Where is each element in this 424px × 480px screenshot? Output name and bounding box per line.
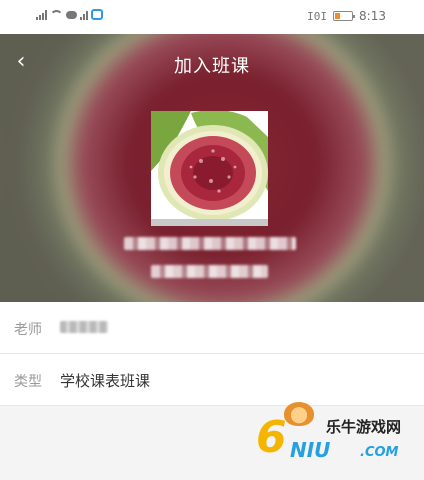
status-time: 8:13 [359, 9, 386, 23]
page-title: 加入班课 [174, 56, 250, 77]
vibrate-icon: I0I [307, 9, 328, 23]
course-code-redacted [151, 265, 268, 278]
watermark-domain: .COM [360, 445, 399, 460]
chat-icon [66, 10, 77, 19]
signal-icon [36, 9, 47, 20]
teacher-row: 老师 [0, 302, 424, 354]
type-row: 类型 学校课表班课 [0, 354, 424, 406]
watermark-cn-text: 乐牛游戏网 [326, 418, 402, 436]
fig-fruit-image [151, 111, 268, 226]
watermark-en-text: NIU [290, 438, 331, 462]
type-value: 学校课表班课 [60, 372, 151, 390]
battery-icon [333, 11, 356, 21]
status-left-icons [36, 9, 103, 20]
course-name-redacted [124, 237, 296, 250]
app-icon [91, 9, 103, 20]
watermark-logo: 6 乐牛游戏网 NIU .COM [256, 402, 416, 468]
type-label: 类型 [14, 374, 42, 390]
course-cover-image [151, 111, 268, 226]
teacher-name-redacted [60, 321, 108, 333]
status-right-icons: I0I 8:13 [307, 9, 386, 23]
signal-small-icon [80, 10, 88, 20]
wifi-icon [50, 9, 63, 20]
teacher-label: 老师 [14, 322, 42, 338]
watermark-digit: 6 [256, 412, 287, 463]
mascot-icon [284, 402, 314, 426]
course-hero: ‹ 加入班课 [0, 34, 424, 302]
status-bar: I0I 8:13 [0, 0, 424, 34]
